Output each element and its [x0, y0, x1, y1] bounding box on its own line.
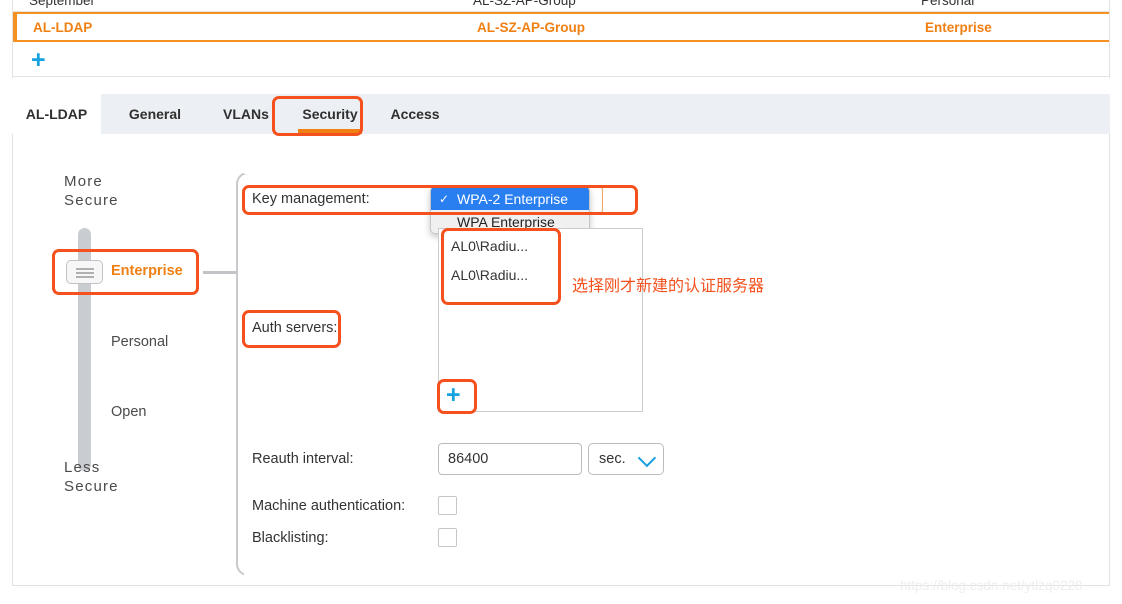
slider-top-label-line1: More — [64, 173, 103, 190]
slider-bottom-label-line1: Less — [64, 459, 101, 476]
table-cell-name: AL-LDAP — [33, 19, 93, 35]
slider-form-connector — [203, 271, 238, 274]
tab-label: AL-LDAP — [25, 106, 88, 122]
grip-line — [76, 276, 94, 278]
blacklisting-label: Blacklisting: — [252, 530, 329, 546]
tab-al-ldap[interactable]: AL-LDAP — [12, 94, 101, 134]
dropdown-option-label: WPA-2 Enterprise — [457, 190, 568, 207]
auth-servers-label: Auth servers: — [252, 320, 338, 336]
tab-bar: AL-LDAP General VLANs Security Access — [12, 94, 1110, 134]
machine-authentication-label: Machine authentication: — [252, 498, 406, 514]
slider-top-label: More Secure — [64, 172, 119, 210]
ssid-table-panel: September AL-SZ-AP-Group Personal AL-LDA… — [12, 0, 1110, 78]
tab-label: Access — [390, 106, 440, 122]
tab-label: VLANs — [223, 106, 269, 122]
tab-general[interactable]: General — [112, 94, 198, 134]
chevron-down-icon — [637, 448, 657, 467]
check-icon: ✓ — [439, 191, 450, 206]
security-settings-group — [236, 172, 1098, 576]
reauth-interval-label: Reauth interval: — [252, 451, 354, 467]
tab-access[interactable]: Access — [378, 94, 452, 134]
table-cell-group: AL-SZ-AP-Group — [477, 19, 585, 35]
tab-vlans[interactable]: VLANs — [208, 94, 284, 134]
security-level-open[interactable]: Open — [111, 404, 146, 420]
table-cell-security: Enterprise — [925, 19, 992, 35]
grip-line — [76, 268, 94, 270]
table-cell-name: September — [29, 0, 96, 8]
bracket-mask — [244, 170, 1104, 174]
slider-bottom-label-line2: Secure — [64, 478, 119, 495]
tab-security[interactable]: Security — [290, 94, 370, 134]
table-row[interactable]: September AL-SZ-AP-Group Personal — [13, 0, 1109, 12]
slider-bottom-label: Less Secure — [64, 458, 119, 496]
list-item[interactable]: AL0\Radiu... — [451, 238, 528, 254]
reauth-unit-value: sec. — [599, 451, 626, 467]
key-management-dropdown[interactable]: ✓ WPA-2 Enterprise WPA Enterprise — [430, 186, 590, 234]
table-cell-group: AL-SZ-AP-Group — [473, 0, 576, 8]
table-cell-security: Personal — [921, 0, 975, 8]
reauth-unit-select[interactable]: sec. — [588, 443, 664, 475]
add-auth-server-icon[interactable]: + — [446, 383, 461, 408]
dropdown-option-wpa2-enterprise[interactable]: ✓ WPA-2 Enterprise — [431, 187, 589, 210]
table-row[interactable]: AL-LDAP AL-SZ-AP-Group Enterprise — [13, 12, 1109, 42]
table-add-row: + — [13, 42, 1109, 77]
watermark: https://blog.csdn.net/ytlzq0228 — [900, 578, 1083, 593]
reauth-interval-input[interactable] — [438, 443, 582, 475]
annotation-note: 选择刚才新建的认证服务器 — [572, 276, 765, 295]
tab-label: Security — [302, 106, 358, 122]
machine-authentication-checkbox[interactable] — [438, 496, 457, 515]
add-ssid-icon[interactable]: + — [31, 48, 46, 73]
auth-servers-list[interactable]: AL0\Radiu... AL0\Radiu... — [438, 228, 643, 412]
security-level-slider-handle[interactable] — [66, 260, 103, 284]
key-management-label: Key management: — [252, 191, 370, 207]
list-item[interactable]: AL0\Radiu... — [451, 267, 528, 283]
slider-top-label-line2: Secure — [64, 192, 119, 209]
blacklisting-checkbox[interactable] — [438, 528, 457, 547]
security-level-personal[interactable]: Personal — [111, 334, 168, 350]
security-level-enterprise[interactable]: Enterprise — [111, 263, 183, 279]
grip-line — [76, 272, 94, 274]
tab-label: General — [128, 106, 182, 122]
